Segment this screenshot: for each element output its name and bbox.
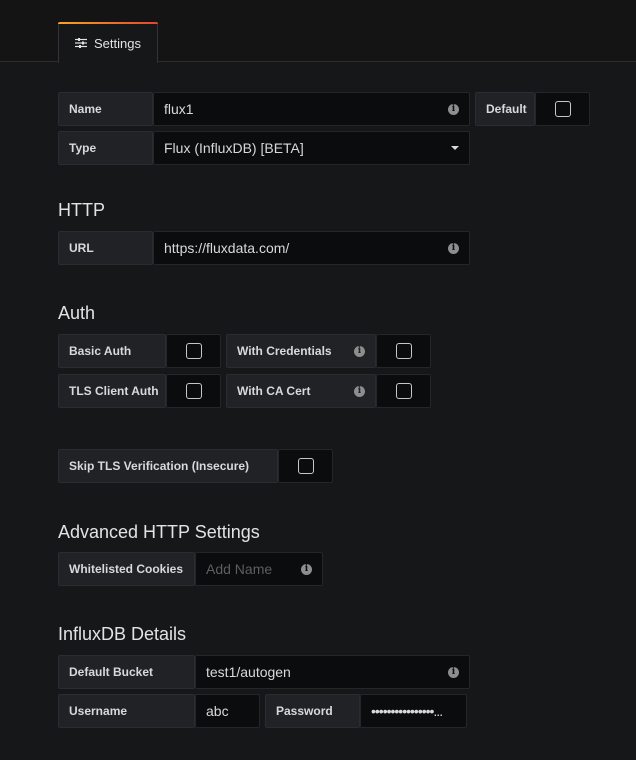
with-ca-cert-label-text: With CA Cert [237, 384, 311, 398]
with-credentials-label-text: With Credentials [237, 344, 332, 358]
type-label: Type [58, 131, 153, 165]
default-checkbox[interactable] [554, 101, 571, 117]
skip-tls-label: Skip TLS Verification (Insecure) [58, 449, 278, 483]
info-icon[interactable]: i [354, 385, 365, 397]
with-credentials-checkbox-cell [376, 334, 431, 368]
basic-auth-checkbox-cell [166, 334, 221, 368]
url-input[interactable]: https://fluxdata.com/ i [153, 231, 470, 265]
skip-tls-checkbox[interactable] [297, 458, 314, 474]
password-input[interactable]: ••••••••••••••••... [360, 694, 467, 728]
caret-down-icon [451, 146, 459, 150]
page-header: Settings [0, 0, 636, 63]
name-input[interactable]: flux1 i [153, 92, 470, 126]
with-ca-cert-label: With CA Cert i [226, 374, 376, 408]
password-value: ••••••••••••••••... [371, 703, 443, 719]
url-label: URL [58, 231, 153, 265]
username-input[interactable]: abc [195, 694, 260, 728]
username-value: abc [206, 703, 229, 719]
default-bucket-label: Default Bucket [58, 655, 195, 689]
default-label: Default [475, 92, 535, 126]
tls-client-auth-checkbox-cell [166, 374, 221, 408]
info-icon[interactable]: i [448, 103, 459, 115]
whitelisted-cookies-input[interactable]: i [195, 552, 323, 586]
tls-client-auth-label: TLS Client Auth [58, 374, 166, 408]
name-input-value: flux1 [164, 101, 194, 117]
tls-client-auth-checkbox[interactable] [185, 383, 202, 399]
with-ca-cert-checkbox[interactable] [395, 383, 412, 399]
password-label: Password [265, 694, 360, 728]
basic-auth-checkbox[interactable] [185, 343, 202, 359]
username-label: Username [58, 694, 195, 728]
with-credentials-label: With Credentials i [226, 334, 376, 368]
type-select-value: Flux (InfluxDB) [BETA] [164, 140, 304, 156]
type-select[interactable]: Flux (InfluxDB) [BETA] [153, 131, 470, 165]
cookies-name-input[interactable] [206, 561, 288, 577]
influxdb-section-title: InfluxDB Details [58, 624, 187, 644]
basic-auth-label: Basic Auth [58, 334, 166, 368]
name-label: Name [58, 92, 153, 126]
default-checkbox-cell [535, 92, 590, 126]
info-icon[interactable]: i [301, 563, 312, 575]
advanced-http-section-title: Advanced HTTP Settings [58, 522, 260, 542]
auth-section-title: Auth [58, 303, 96, 323]
info-icon[interactable]: i [354, 345, 365, 357]
with-credentials-checkbox[interactable] [395, 343, 412, 359]
sliders-icon [75, 38, 87, 48]
default-bucket-input[interactable]: test1/autogen i [195, 655, 470, 689]
whitelisted-cookies-label: Whitelisted Cookies [58, 552, 195, 586]
skip-tls-checkbox-cell [278, 449, 333, 483]
http-section-title: HTTP [58, 200, 105, 220]
url-input-value: https://fluxdata.com/ [164, 240, 290, 256]
info-icon[interactable]: i [448, 666, 459, 678]
tab-settings[interactable]: Settings [58, 22, 158, 63]
default-bucket-value: test1/autogen [206, 664, 291, 680]
tab-settings-label: Settings [94, 35, 141, 51]
with-ca-cert-checkbox-cell [376, 374, 431, 408]
info-icon[interactable]: i [448, 242, 459, 254]
